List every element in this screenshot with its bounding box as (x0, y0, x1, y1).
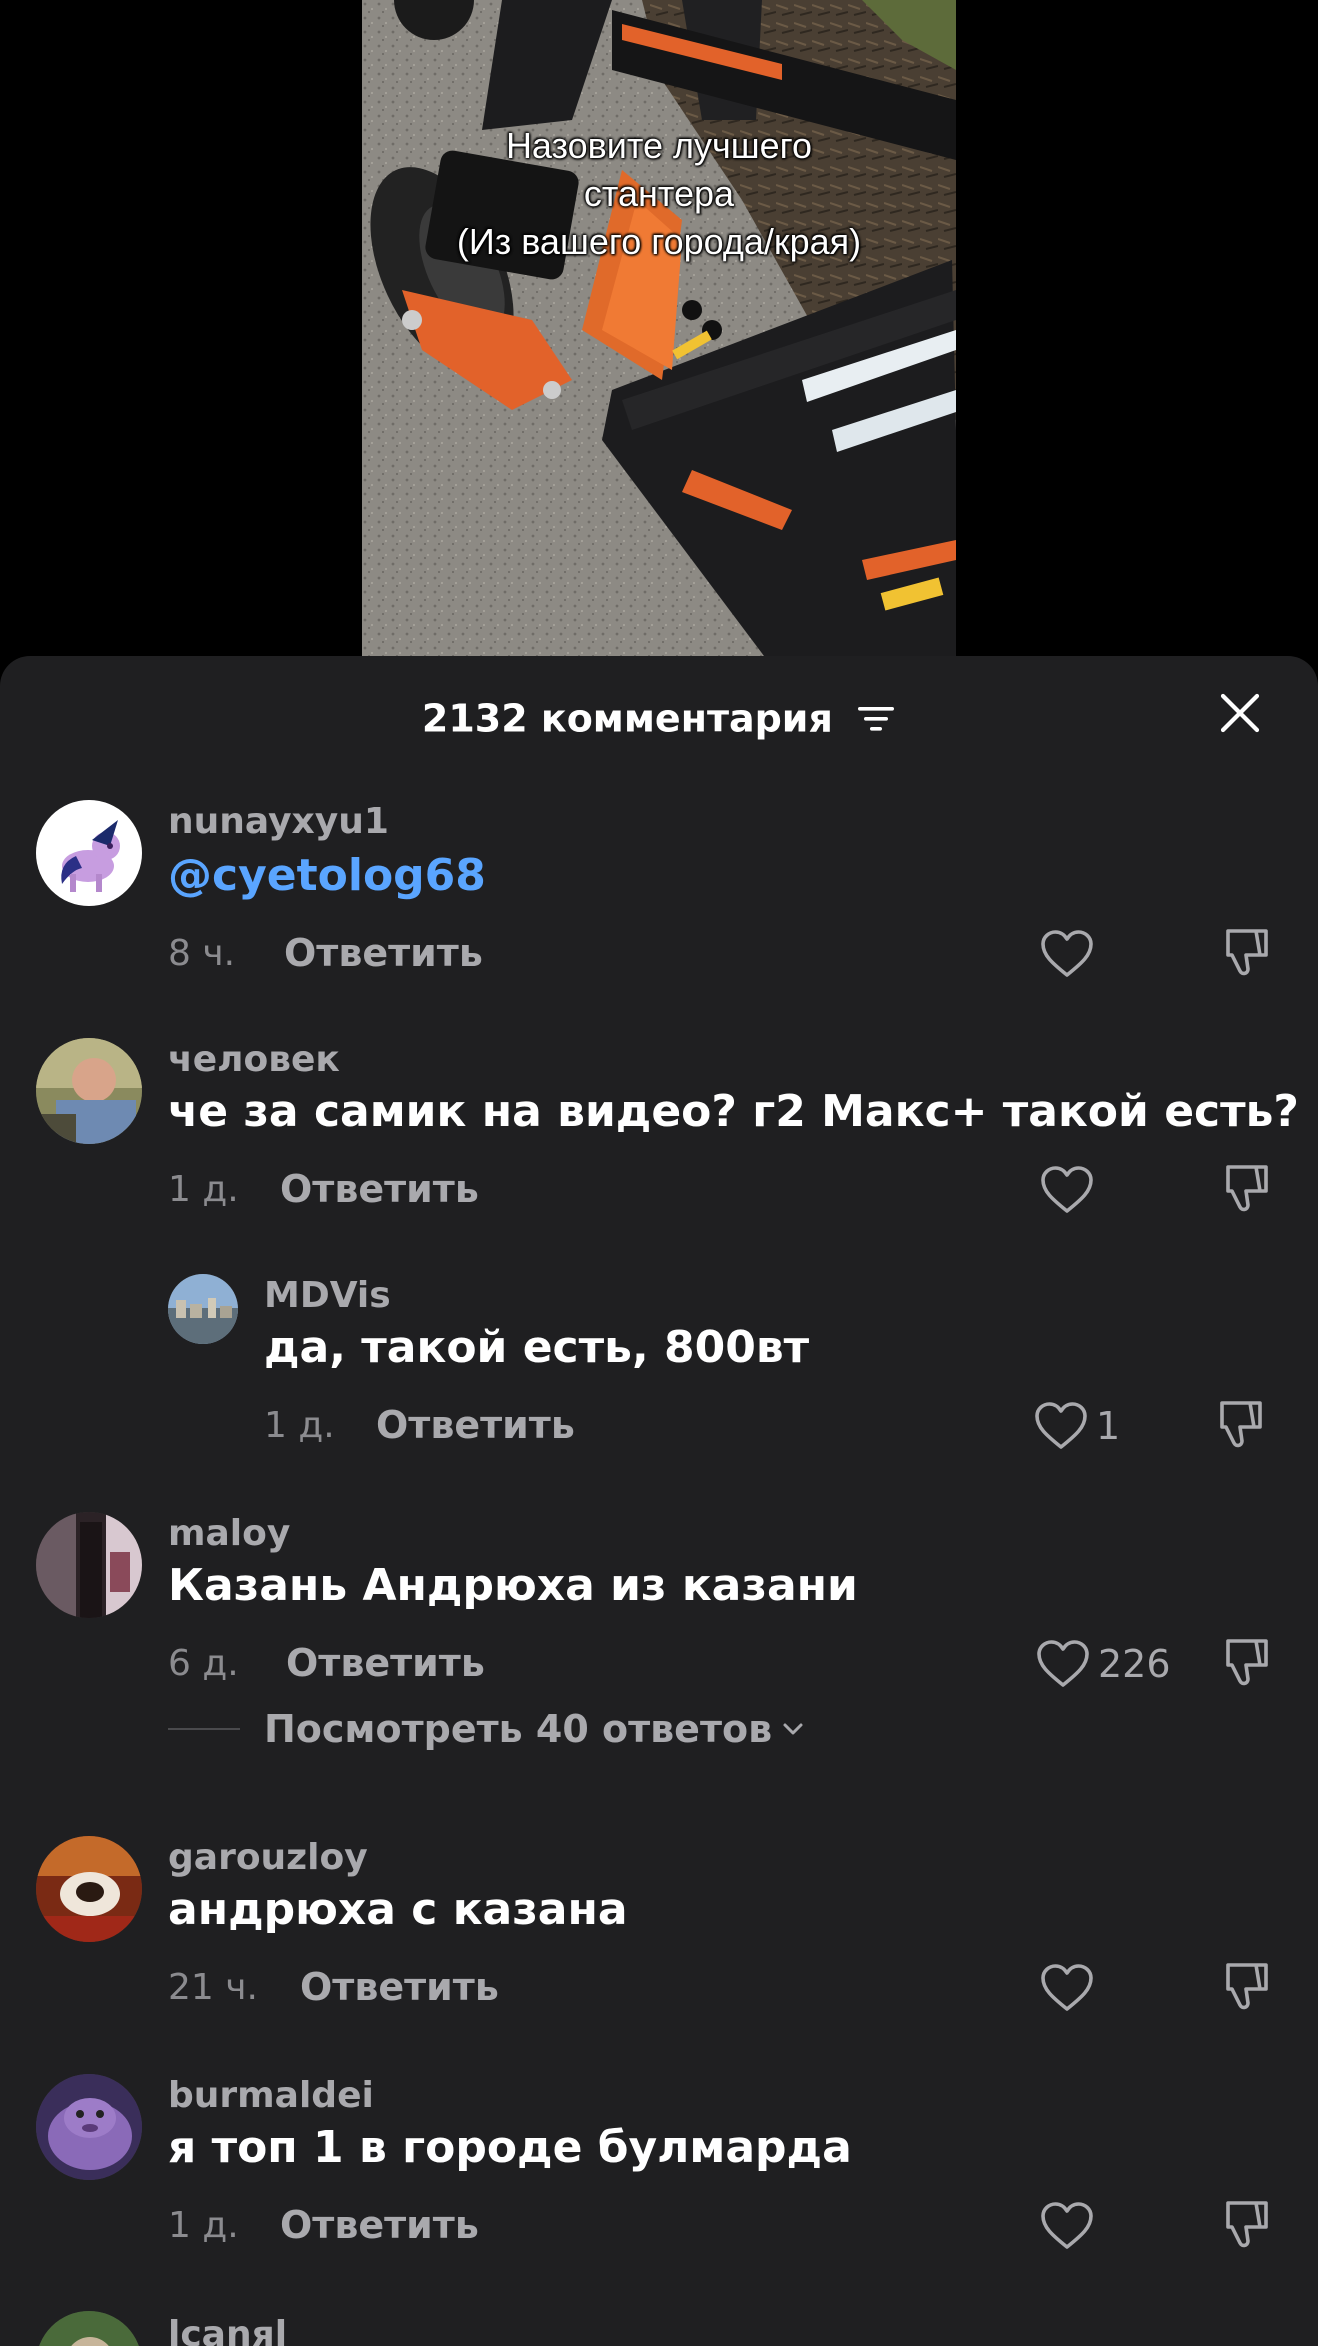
comment-time: 1 д. (168, 1169, 239, 1210)
heart-icon (1037, 1640, 1089, 1687)
heart-icon (1035, 1402, 1087, 1449)
heart-icon (1041, 1964, 1093, 2011)
like-count: 1 (1096, 1404, 1121, 1448)
dislike-button[interactable] (1220, 1959, 1274, 2013)
comments-header: 2132 комментария (0, 656, 1318, 776)
comment-username[interactable]: maloy (168, 1512, 290, 1556)
view-replies-button[interactable]: Посмотреть 40 ответов (168, 1704, 808, 1754)
heart-icon (1041, 930, 1093, 977)
like-button[interactable] (1040, 926, 1094, 982)
thumb-down-icon (1226, 1963, 1268, 2010)
thumb-down-icon (1226, 929, 1268, 976)
comment-text[interactable]: Казань Андрюха из казани (168, 1558, 858, 1614)
reply-button[interactable]: Ответить (286, 1641, 485, 1685)
close-icon[interactable] (1219, 692, 1261, 734)
dislike-button[interactable] (1214, 1397, 1268, 1451)
comment-username[interactable]: MDVis (264, 1274, 391, 1318)
thumb-down-icon (1226, 2201, 1268, 2248)
video-caption: Назовите лучшего стантера (Из вашего гор… (456, 125, 862, 262)
comment-username[interactable]: burmaldei (168, 2074, 374, 2118)
reply-button[interactable]: Ответить (284, 931, 483, 975)
comment-username[interactable]: nunayxyu1 (168, 800, 389, 844)
like-count: 226 (1098, 1642, 1171, 1686)
comment-text-mention[interactable]: @cyetolog68 (168, 848, 486, 904)
like-button[interactable] (1040, 1162, 1094, 1218)
like-button[interactable] (1040, 1960, 1094, 2016)
comment-count-title[interactable]: 2132 комментария (0, 691, 1318, 744)
thumb-down-icon (1226, 1639, 1268, 1686)
avatar[interactable] (36, 1512, 142, 1618)
video-frame[interactable]: Назовите лучшего стантера (Из вашего гор… (362, 0, 956, 680)
avatar[interactable] (36, 1038, 142, 1144)
comment-time: 1 д. (168, 2205, 239, 2246)
replies-divider-line (168, 1728, 240, 1730)
sort-lines-icon[interactable] (856, 704, 896, 734)
comment-username[interactable]: lcanяl (168, 2313, 287, 2346)
like-button[interactable]: 226 (1036, 1636, 1171, 1692)
avatar[interactable] (168, 1274, 238, 1344)
avatar[interactable] (36, 800, 142, 906)
like-button[interactable] (1040, 2198, 1094, 2254)
comments-sheet: 2132 комментария nunayxyu1 @cyetolog68 8… (0, 656, 1318, 2346)
comment-text[interactable]: да, такой есть, 800вт (264, 1320, 809, 1376)
dislike-button[interactable] (1220, 1635, 1274, 1689)
reply-button[interactable]: Ответить (280, 1167, 479, 1211)
comment-time: 21 ч. (168, 1967, 258, 2008)
avatar[interactable] (36, 2311, 142, 2346)
comment-count-label: 2132 комментария (421, 696, 833, 741)
reply-button[interactable]: Ответить (376, 1403, 575, 1447)
comment-time: 6 д. (168, 1643, 239, 1684)
thumb-down-icon (1226, 1165, 1268, 1212)
comment-username[interactable]: garouzloy (168, 1836, 368, 1880)
dislike-button[interactable] (1220, 1161, 1274, 1215)
comment-time: 1 д. (264, 1405, 335, 1446)
video-player[interactable]: Назовите лучшего стантера (Из вашего гор… (0, 0, 1318, 680)
heart-icon (1041, 2202, 1093, 2249)
like-button[interactable]: 1 (1034, 1398, 1120, 1454)
dislike-button[interactable] (1220, 2197, 1274, 2251)
avatar[interactable] (36, 1836, 142, 1942)
reply-button[interactable]: Ответить (280, 2203, 479, 2247)
video-still-image (362, 0, 956, 680)
comment-username[interactable]: человек (168, 1038, 340, 1082)
chevron-down-icon (783, 1723, 803, 1735)
thumb-down-icon (1220, 1401, 1262, 1448)
dislike-button[interactable] (1220, 925, 1274, 979)
avatar[interactable] (36, 2074, 142, 2180)
comment-time: 8 ч. (168, 933, 236, 974)
comment-text[interactable]: я топ 1 в городе булмарда (168, 2120, 852, 2176)
comment-text[interactable]: андрюха с казана (168, 1882, 628, 1938)
reply-button[interactable]: Ответить (300, 1965, 499, 2009)
view-replies-label: Посмотреть 40 ответов (264, 1707, 773, 1751)
heart-icon (1041, 1166, 1093, 1213)
comment-text[interactable]: че за самик на видео? г2 Макс+ такой ест… (168, 1084, 1299, 1140)
